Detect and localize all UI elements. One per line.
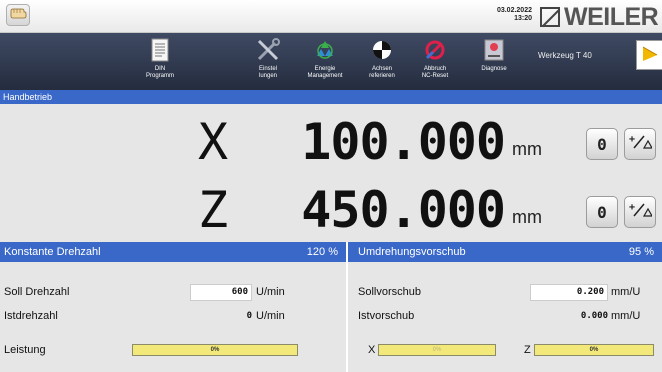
actual-feed-row: Istvorschub 0.000 mm/U [348, 306, 662, 328]
target-speed-unit: U/min [256, 286, 285, 298]
x-load-bar: 0% [378, 344, 496, 356]
diagnosis-button[interactable]: Diagnose [476, 33, 512, 90]
target-speed-field[interactable]: 600 [190, 284, 252, 301]
date-time: 03.02.2022 13:20 [492, 7, 532, 23]
actual-feed-value: 0.000 [580, 311, 608, 321]
target-speed-label: Soll Drehzahl [4, 286, 70, 298]
z-load-bar: 0% [534, 344, 654, 356]
x-load-label: X [368, 344, 376, 356]
target-feed-unit: mm/U [611, 286, 641, 298]
axes-reference-button[interactable]: Achsen referieren [366, 33, 398, 90]
axis-row-x: X 100.000 mm 0 + [0, 112, 662, 172]
panel-title: Konstante Drehzahl [4, 246, 101, 258]
set-zero-button-z[interactable]: 0 [586, 196, 618, 228]
increment-button-z[interactable]: + [624, 196, 656, 228]
override-percent: 95 % [628, 246, 654, 258]
panel-header: Umdrehungsvorschub 95 % [348, 242, 662, 262]
actual-feed-unit: mm/U [611, 310, 641, 322]
power-row: Leistung 0% [0, 340, 346, 362]
nc-reset-label: Abbruch NC-Reset [421, 66, 449, 79]
actual-feed-label: Istvorschub [358, 310, 415, 322]
din-program-label: DIN Programm [145, 66, 174, 79]
axis-value: 450.000 [301, 181, 506, 239]
axis-unit: mm [512, 139, 542, 159]
brand-name: WEILER [564, 2, 659, 31]
time-text: 13:20 [514, 15, 532, 22]
override-percent: 120 % [306, 246, 338, 258]
diagnosis-icon [481, 37, 507, 63]
axes-reference-label: Achsen referieren [369, 66, 395, 79]
target-icon [369, 37, 395, 63]
axis-name: X [198, 113, 229, 171]
axis-unit: mm [512, 207, 542, 227]
actual-speed-unit: U/min [256, 310, 285, 322]
power-label: Leistung [4, 344, 46, 356]
din-program-button[interactable]: DIN Programm [140, 33, 180, 90]
tool-label: Werkzeug T 40 [538, 51, 592, 60]
panel-title: Umdrehungsvorschub [358, 246, 466, 258]
tools-icon [255, 37, 281, 63]
machine-control-screen: 03.02.2022 13:20 WEILER DIN Programm Ein… [0, 0, 662, 372]
stop-icon [422, 37, 448, 63]
feed-panel: Umdrehungsvorschub 95 % Sollvorschub 0.2… [348, 242, 662, 372]
settings-label: Einstel lungen [258, 66, 278, 79]
document-icon [147, 37, 173, 63]
svg-text:+: + [629, 202, 635, 213]
actual-speed-value: 0 [246, 311, 252, 321]
increment-icon: + [628, 132, 654, 156]
hand-icon [9, 6, 27, 25]
logo-icon [540, 7, 560, 27]
home-button[interactable] [6, 4, 30, 26]
function-toolbar: DIN Programm Einstel lungen Energie Mana… [0, 33, 662, 90]
axis-row-z: Z 450.000 mm 0 + [0, 180, 662, 240]
brand-logo: WEILER [540, 2, 659, 31]
actual-speed-row: Istdrehzahl 0 U/min [0, 306, 346, 328]
svg-text:+: + [629, 134, 635, 145]
date-text: 03.02.2022 [496, 7, 532, 14]
mode-bar: Handbetrieb [0, 90, 662, 104]
tool-display[interactable] [636, 40, 662, 70]
target-speed-row: Soll Drehzahl 600 U/min [0, 282, 346, 304]
actual-speed-label: Istdrehzahl [4, 310, 58, 322]
tool-icon [641, 43, 661, 68]
power-bar: 0% [132, 344, 298, 356]
recycle-icon [312, 37, 338, 63]
target-feed-label: Sollvorschub [358, 286, 421, 298]
spindle-speed-panel: Konstante Drehzahl 120 % Soll Drehzahl 6… [0, 242, 346, 372]
axis-load-row: X 0% Z 0% [348, 340, 662, 362]
energy-management-button[interactable]: Energie Management [303, 33, 347, 90]
increment-icon: + [628, 200, 654, 224]
z-load-label: Z [524, 344, 531, 356]
panel-header: Konstante Drehzahl 120 % [0, 242, 346, 262]
axis-value: 100.000 [301, 113, 506, 171]
energy-management-label: Energie Management [307, 66, 343, 79]
top-header: 03.02.2022 13:20 WEILER [0, 0, 662, 33]
nc-reset-button[interactable]: Abbruch NC-Reset [417, 33, 453, 90]
axis-position-display: X 100.000 mm 0 + Z 450.000 mm 0 + [0, 104, 662, 242]
settings-button[interactable]: Einstel lungen [253, 33, 283, 90]
set-zero-button-x[interactable]: 0 [586, 128, 618, 160]
increment-button-x[interactable]: + [624, 128, 656, 160]
target-feed-row: Sollvorschub 0.200 mm/U [348, 282, 662, 304]
target-feed-field[interactable]: 0.200 [530, 284, 608, 301]
diagnosis-label: Diagnose [481, 66, 507, 72]
axis-name: Z [198, 181, 229, 239]
